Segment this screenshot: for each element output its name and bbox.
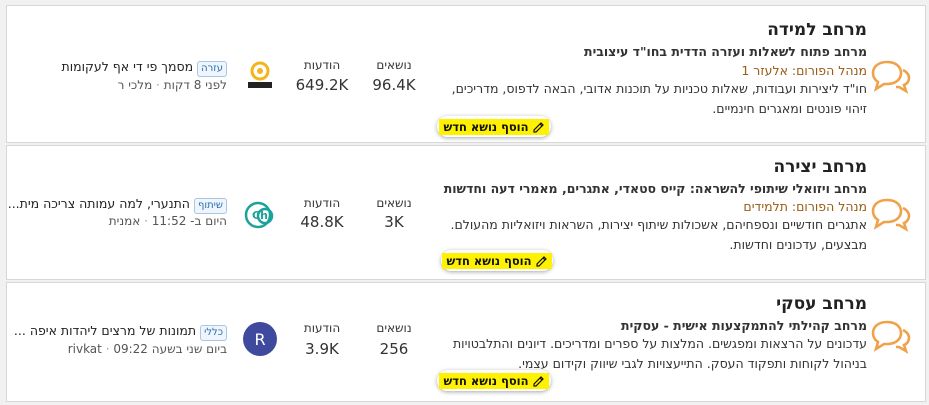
- last-post-title-text[interactable]: תמונות של מרצים ליהדות איפה ...: [14, 323, 196, 338]
- forum-title[interactable]: מרחב עסקי: [776, 294, 867, 314]
- topics-label: נושאים: [376, 321, 412, 335]
- new-topic-label: הוסף נושא חדש: [443, 373, 529, 388]
- last-post-title[interactable]: שיתוףהתנערי, למה עמותה צריכה מית...: [9, 196, 227, 214]
- avatar-text: R: [254, 330, 265, 349]
- forum-title[interactable]: מרחב יצירה: [773, 157, 867, 177]
- forum-logo-avatar[interactable]: Ch: [243, 198, 277, 232]
- forum-card-business: מרחב עסקי מרחב קהילתי להתמקצעות אישית - …: [6, 282, 926, 402]
- posts-value: 649.2K: [295, 76, 349, 94]
- new-topic-label: הוסף נושא חדש: [446, 253, 532, 268]
- posts-label: הודעות: [303, 196, 341, 210]
- last-post-title-text[interactable]: התנערי, למה עמותה צריכה מית...: [9, 196, 190, 211]
- topics-label: נושאים: [376, 196, 412, 210]
- topics-value: 3K: [384, 213, 404, 231]
- new-topic-button[interactable]: הוסף נושא חדש: [441, 250, 553, 271]
- new-topic-button[interactable]: הוסף נושא חדש: [437, 370, 551, 391]
- posts-value: 48.8K: [300, 213, 344, 231]
- forum-subtitle: מרחב קהילתי להתמקצעות אישית - עסקית: [621, 318, 867, 333]
- topics-label: נושאים: [376, 58, 412, 72]
- forum-moderator[interactable]: מנהל הפורום: אלעזר 1: [741, 63, 867, 78]
- speech-bubbles-icon: [871, 320, 911, 354]
- speech-bubbles-icon: [871, 198, 911, 232]
- new-topic-label: הוסף נושא חדש: [443, 119, 529, 134]
- last-post-tag[interactable]: שיתוף: [193, 198, 227, 214]
- forum-card-creation: מרחב יצירה מרחב ויזואלי שיתופי להשראה: ק…: [6, 145, 926, 280]
- last-post-user[interactable]: מלכי ר: [118, 78, 153, 92]
- forum-description: חו"ד ליצירות ועבודות, שאלות טכניות על תו…: [451, 81, 867, 116]
- posts-label: הודעות: [303, 321, 341, 335]
- last-post-time: ביום שני בשעה 09:22: [113, 342, 227, 356]
- forum-card-learning: מרחב למידה מרחב פתוח לשאלות ועזרה הדדית …: [6, 5, 926, 143]
- avatar-text: Ch: [252, 209, 268, 222]
- last-post-user[interactable]: rivkat: [68, 342, 102, 356]
- posts-value: 3.9K: [305, 340, 339, 358]
- forum-description: עדכונים על הרצאות ומפגשים. המלצות על ספר…: [452, 336, 867, 371]
- forum-logo-avatar[interactable]: [243, 58, 277, 92]
- forum-description: אתגרים חודשיים ונספחיהם, אשכולות שיתוף י…: [450, 217, 867, 252]
- forum-subtitle: מרחב ויזואלי שיתופי להשראה: קייס סטאדי, …: [443, 181, 867, 196]
- speech-bubbles-icon: [871, 60, 911, 94]
- forum-moderator[interactable]: מנהל הפורום: תלמידים: [743, 199, 867, 214]
- forum-subtitle: מרחב פתוח לשאלות ועזרה הדדית בחו"ד עיצוב…: [584, 44, 867, 59]
- edit-icon: [532, 121, 544, 133]
- last-post-meta: היום ב- 11:52 · אמנית: [108, 214, 227, 228]
- user-avatar[interactable]: R: [243, 322, 277, 356]
- last-post-time: היום ב- 11:52: [151, 214, 227, 228]
- last-post-tag[interactable]: כללי: [200, 325, 227, 341]
- last-post-tag[interactable]: עזרה: [197, 61, 227, 77]
- last-post-user[interactable]: אמנית: [109, 214, 141, 228]
- topics-value: 96.4K: [372, 76, 416, 94]
- edit-icon: [535, 255, 547, 267]
- posts-label: הודעות: [303, 58, 341, 72]
- new-topic-button[interactable]: הוסף נושא חדש: [437, 116, 551, 137]
- last-post-title[interactable]: כללי תמונות של מרצים ליהדות איפה ...: [14, 323, 227, 341]
- last-post-title[interactable]: עזרהמסמך פי די אף לעקומות: [62, 59, 227, 77]
- edit-icon: [532, 375, 544, 387]
- last-post-meta: לפני 8 דקות · מלכי ר: [117, 78, 227, 92]
- last-post-meta: ביום שני בשעה 09:22 · rivkat: [67, 342, 227, 356]
- last-post-title-text[interactable]: מסמך פי די אף לעקומות: [62, 59, 194, 74]
- last-post-time: לפני 8 דקות: [163, 78, 227, 92]
- topics-value: 256: [379, 340, 409, 358]
- forum-title[interactable]: מרחב למידה: [767, 20, 867, 40]
